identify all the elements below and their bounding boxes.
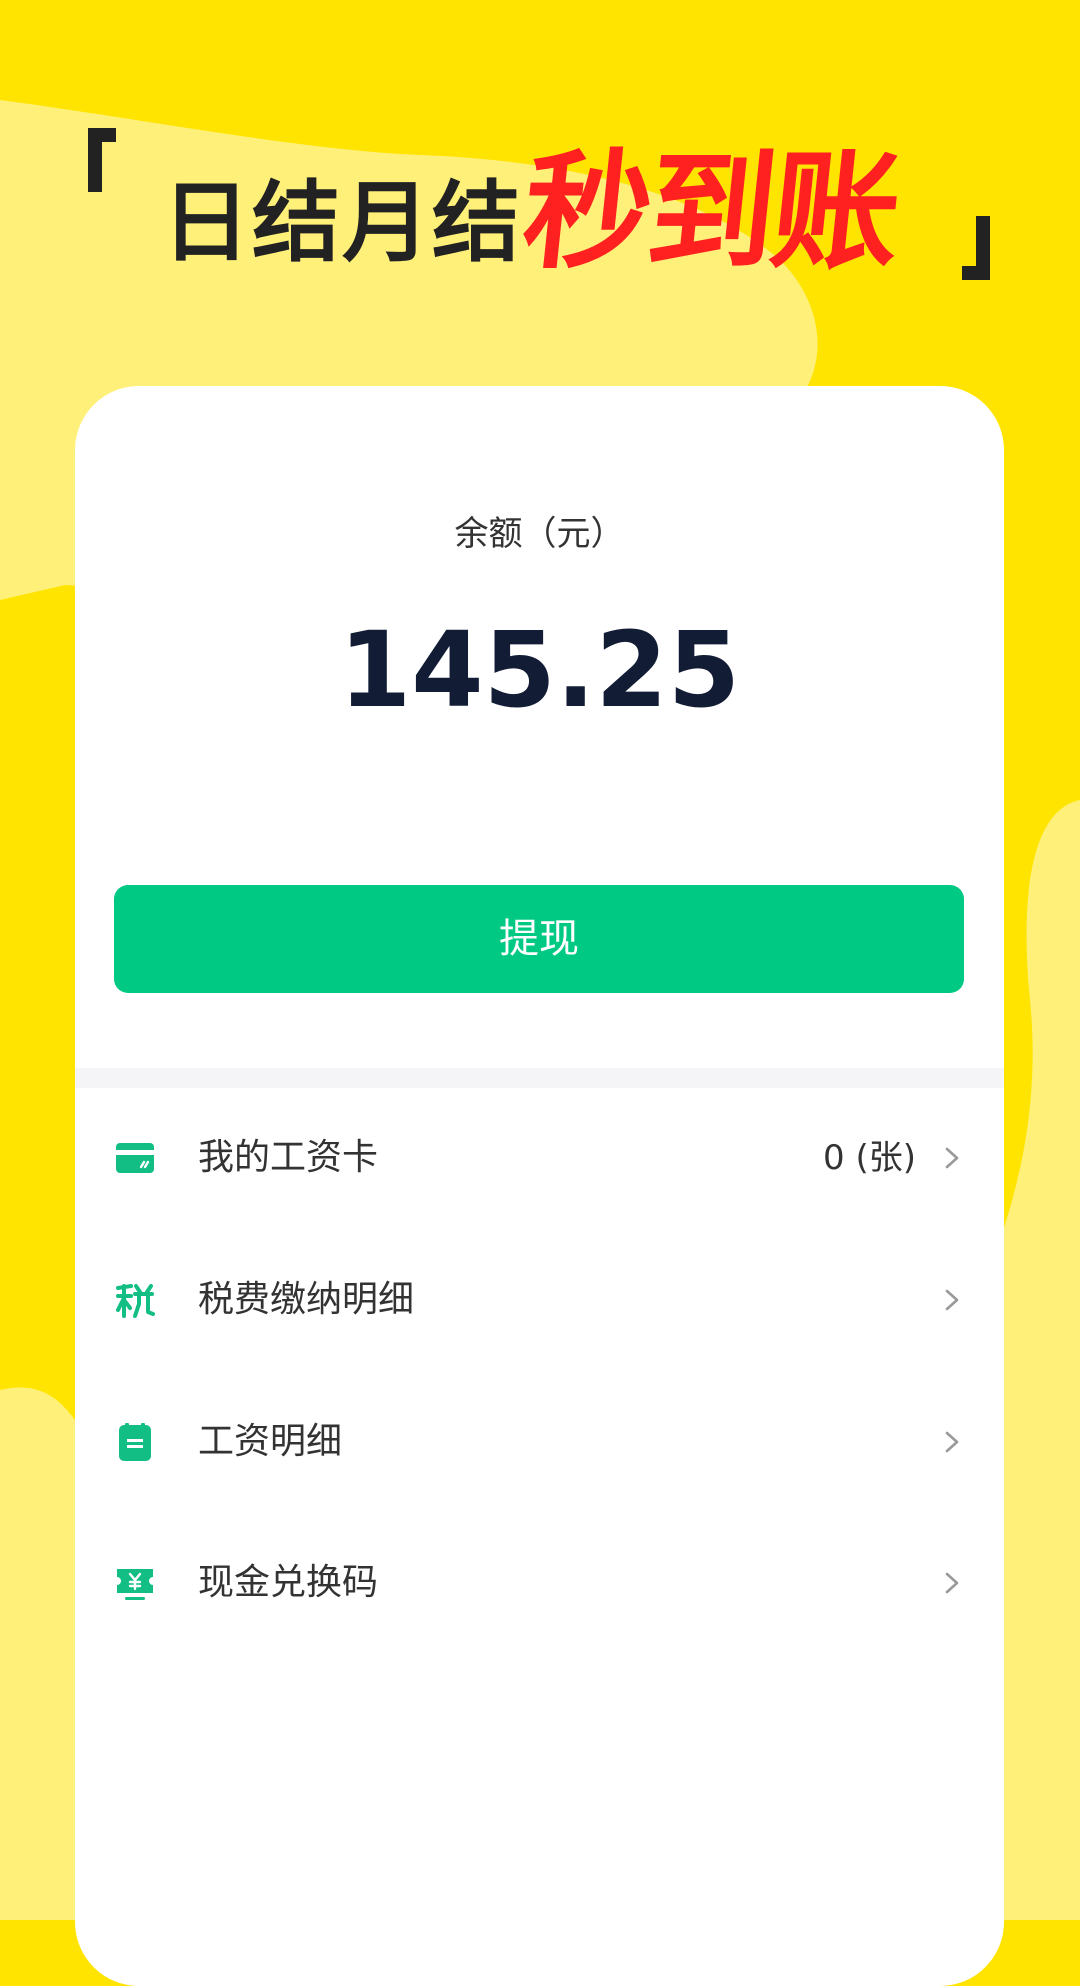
card-icon [116, 1143, 154, 1173]
balance-amount: 145.25 [338, 609, 741, 731]
headline-instant-text: 秒到账 [516, 138, 904, 287]
menu-item-cash-code[interactable]: 现金兑换码 [75, 1513, 1004, 1653]
chevron-right-icon [945, 1289, 959, 1311]
menu-item-salary-details[interactable]: 工资明细 [75, 1372, 1004, 1512]
headline-banner: 日结月结 秒到账 [0, 0, 1080, 330]
headline-settlement-text: 日结月结 [162, 171, 523, 274]
chevron-right-icon [945, 1147, 959, 1169]
yen-ticket-icon [117, 1569, 153, 1600]
left-corner-bracket [88, 128, 116, 192]
tax-icon [116, 1284, 155, 1318]
wallet-card: 余额（元） 145.25 提现 我的工资卡 0 (张) 税费缴纳明细 工资明细 … [75, 386, 1004, 1986]
document-icon [119, 1423, 151, 1461]
menu-item-label: 工资明细 [198, 1421, 343, 1462]
balance-label: 余额（元） [454, 514, 625, 554]
chevron-right-icon [945, 1572, 959, 1594]
menu-item-label: 税费缴纳明细 [198, 1279, 415, 1320]
menu-item-salary-card[interactable]: 我的工资卡 0 (张) [75, 1088, 1004, 1228]
salary-card-count: 0 (张) [823, 1138, 916, 1178]
menu-item-label: 我的工资卡 [198, 1137, 379, 1178]
section-divider [75, 1068, 1004, 1088]
chevron-right-icon [945, 1431, 959, 1453]
withdraw-button[interactable]: 提现 [114, 885, 964, 993]
right-corner-bracket [962, 216, 990, 280]
menu-item-tax-details[interactable]: 税费缴纳明细 [75, 1230, 1004, 1370]
menu-item-label: 现金兑换码 [198, 1562, 379, 1603]
